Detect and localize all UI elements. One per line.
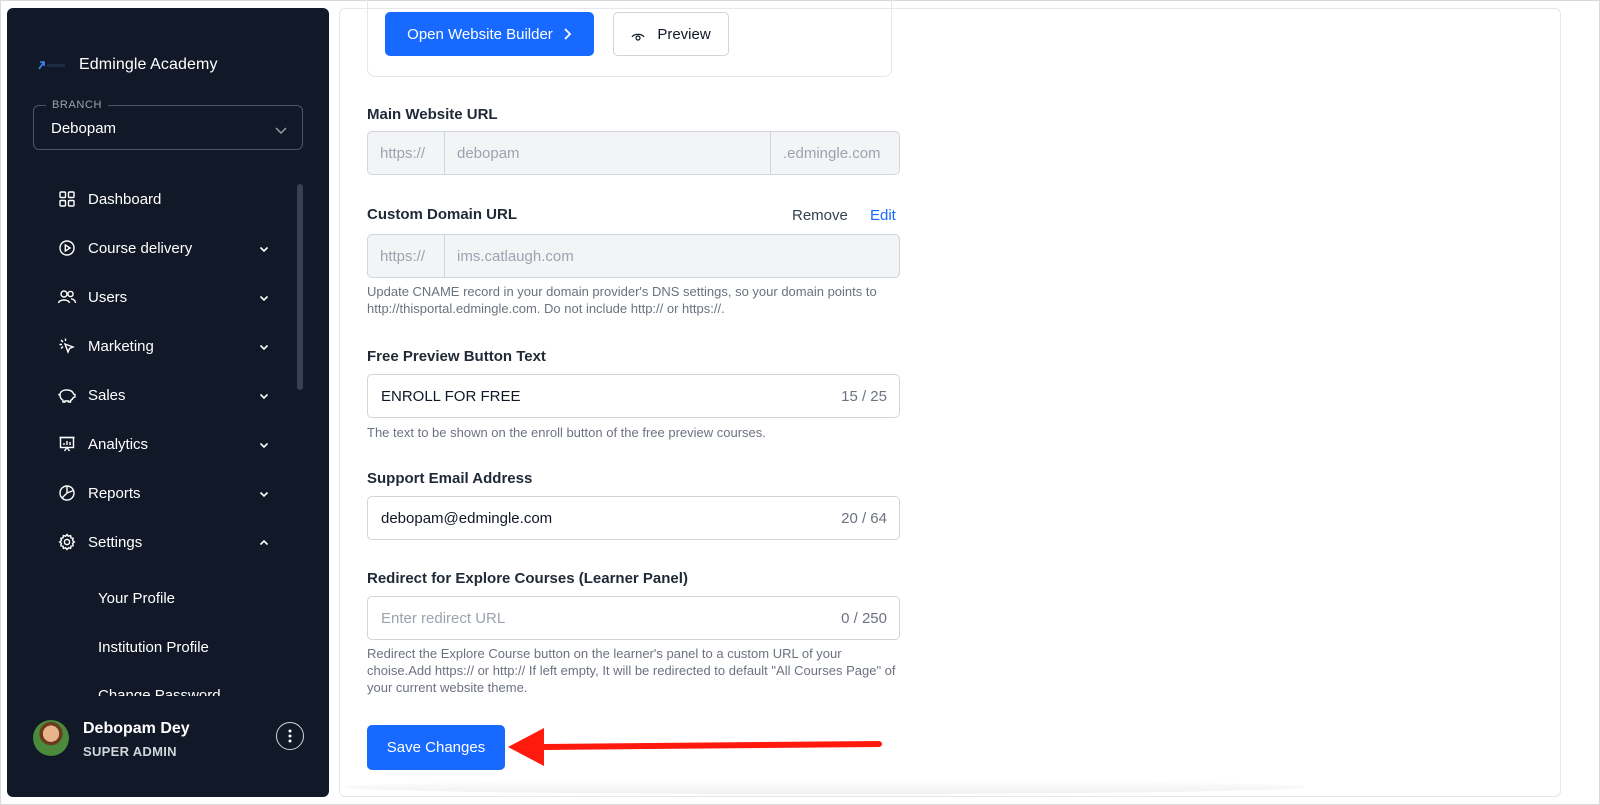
- subdomain-input: debopam: [445, 132, 771, 174]
- edit-domain-link[interactable]: Edit: [870, 207, 896, 224]
- chevron-down-icon: [258, 340, 270, 352]
- url-prefix: https://: [368, 235, 445, 277]
- more-options-icon[interactable]: [276, 722, 304, 750]
- character-count: 15 / 25: [841, 388, 887, 405]
- user-name: Debopam Dey: [83, 720, 190, 737]
- sidebar-item-sales[interactable]: Sales: [57, 383, 277, 407]
- sidebar-item-marketing[interactable]: Marketing: [57, 334, 277, 358]
- support-email-value: debopam@edmingle.com: [381, 510, 553, 527]
- brand-logo-icon: [37, 58, 65, 72]
- sidebar-item-label: Course delivery: [88, 239, 193, 257]
- branch-select[interactable]: BRANCH Debopam: [33, 99, 303, 150]
- main-website-url-field: https:// debopam .edmingle.com: [367, 131, 900, 175]
- chevron-down-icon: [258, 242, 270, 254]
- sidebar-item-label: Reports: [88, 484, 141, 502]
- url-suffix: .edmingle.com: [783, 144, 881, 162]
- main-website-url-label: Main Website URL: [367, 106, 498, 123]
- redirect-url-placeholder: Enter redirect URL: [381, 610, 506, 627]
- sidebar-item-label: Sales: [88, 386, 126, 404]
- pie-chart-icon: [57, 483, 77, 503]
- eye-icon: [631, 29, 645, 41]
- free-preview-help: The text to be shown on the enroll butto…: [367, 425, 766, 440]
- play-circle-icon: [57, 238, 77, 258]
- sidebar-item-label: Dashboard: [88, 190, 162, 208]
- sidebar-subitem-institution-profile[interactable]: Institution Profile: [98, 639, 209, 656]
- custom-domain-url-label: Custom Domain URL: [367, 206, 517, 223]
- user-profile[interactable]: Debopam Dey SUPER ADMIN: [33, 720, 313, 770]
- avatar: [33, 720, 69, 756]
- character-count: 0 / 250: [841, 610, 887, 627]
- custom-domain-help: Update CNAME record in your domain provi…: [367, 284, 877, 316]
- chevron-down-icon: [258, 291, 270, 303]
- brand[interactable]: Edmingle Academy: [37, 53, 218, 77]
- piggy-bank-icon: [57, 385, 77, 405]
- url-prefix: https://: [368, 132, 445, 174]
- sidebar-subitem-your-profile[interactable]: Your Profile: [98, 590, 175, 607]
- preview-button[interactable]: Preview: [613, 12, 729, 56]
- sidebar-subitem-clip: Change Password: [98, 680, 298, 696]
- support-email-label: Support Email Address: [367, 470, 533, 487]
- redirect-help: Redirect the Explore Course button on th…: [367, 646, 896, 695]
- support-email-input[interactable]: debopam@edmingle.com 20 / 64: [367, 496, 900, 540]
- sidebar-item-label: Users: [88, 288, 128, 306]
- remove-domain-link[interactable]: Remove: [792, 207, 848, 224]
- chevron-down-icon: [258, 487, 270, 499]
- sidebar-item-reports[interactable]: Reports: [57, 481, 277, 505]
- brand-name: Edmingle Academy: [79, 56, 218, 73]
- sidebar-item-label: Settings: [88, 533, 143, 551]
- custom-domain-input: ims.catlaugh.com: [457, 247, 574, 265]
- free-preview-input[interactable]: ENROLL FOR FREE 15 / 25: [367, 374, 900, 418]
- redirect-label: Redirect for Explore Courses (Learner Pa…: [367, 570, 688, 587]
- sidebar-item-course-delivery[interactable]: Course delivery: [57, 236, 277, 260]
- save-changes-button[interactable]: Save Changes: [367, 725, 505, 770]
- sidebar-item-dashboard[interactable]: Dashboard: [57, 187, 277, 211]
- free-preview-value: ENROLL FOR FREE: [381, 388, 521, 405]
- users-icon: [57, 287, 77, 307]
- gear-icon: [57, 532, 77, 552]
- cursor-click-icon: [57, 336, 77, 356]
- sidebar-subitem-change-password[interactable]: Change Password: [98, 687, 221, 696]
- sidebar-item-label: Marketing: [88, 337, 154, 355]
- sidebar-item-label: Analytics: [88, 435, 149, 453]
- preview-label: Preview: [657, 25, 711, 43]
- chevron-up-icon: [258, 536, 270, 548]
- sidebar-item-settings[interactable]: Settings: [57, 530, 277, 554]
- open-website-builder-button[interactable]: Open Website Builder: [385, 12, 594, 56]
- chevron-down-icon: [258, 438, 270, 450]
- chevron-down-icon: [274, 122, 288, 134]
- open-website-builder-label: Open Website Builder: [407, 25, 553, 43]
- redirect-url-input[interactable]: Enter redirect URL 0 / 250: [367, 596, 900, 640]
- chevron-right-icon: [563, 27, 572, 41]
- character-count: 20 / 64: [841, 510, 887, 527]
- presentation-chart-icon: [57, 434, 77, 454]
- custom-domain-url-field: https:// ims.catlaugh.com: [367, 234, 900, 278]
- branch-value: Debopam: [51, 120, 117, 137]
- sidebar-item-users[interactable]: Users: [57, 285, 277, 309]
- annotation-arrow-icon: [508, 728, 882, 766]
- chevron-down-icon: [258, 389, 270, 401]
- user-role: SUPER ADMIN: [83, 744, 177, 759]
- panel-shadow: [345, 780, 1305, 794]
- grid-icon: [57, 189, 77, 209]
- sidebar-scrollbar[interactable]: [297, 184, 303, 390]
- sidebar-item-analytics[interactable]: Analytics: [57, 432, 277, 456]
- free-preview-label: Free Preview Button Text: [367, 348, 546, 365]
- branch-legend: BRANCH: [46, 99, 109, 111]
